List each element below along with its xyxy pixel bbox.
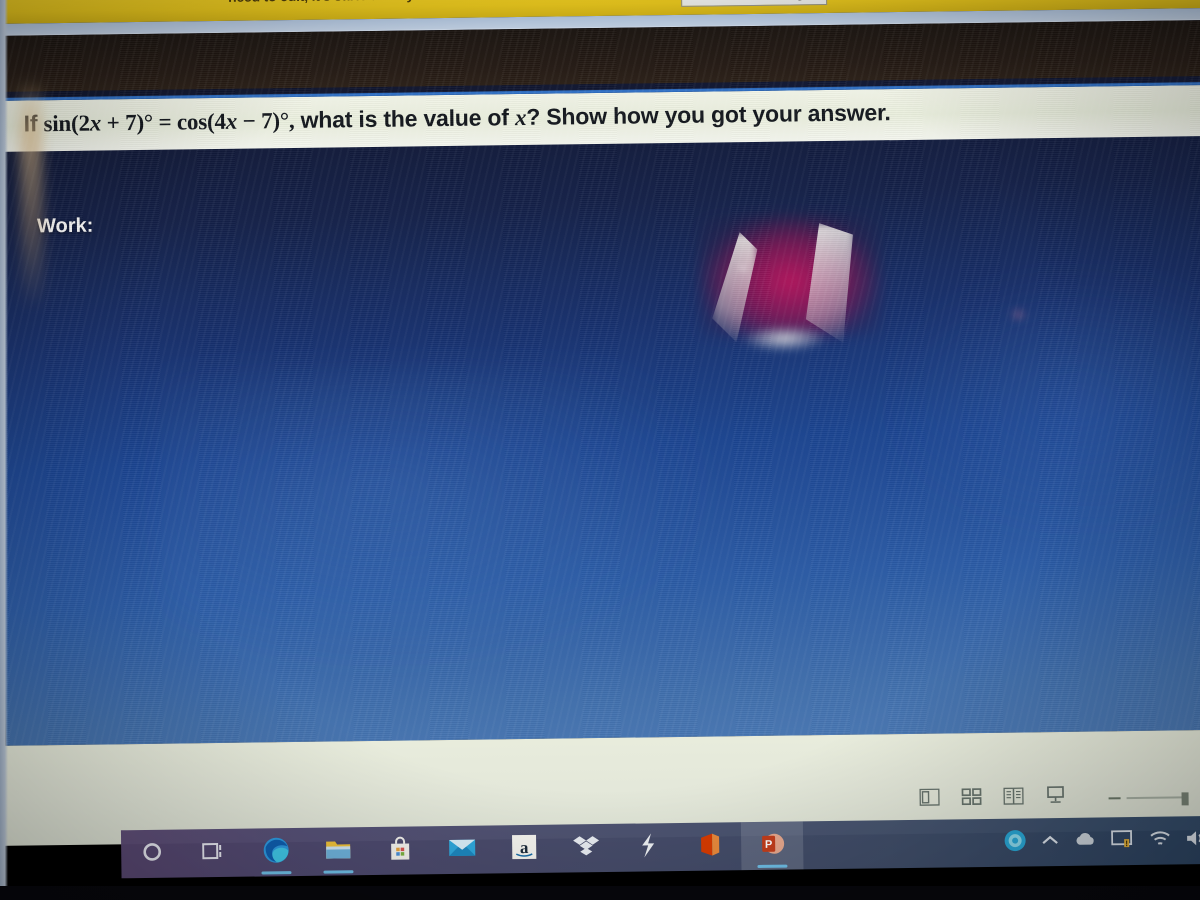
circle-icon [141, 840, 163, 867]
zoom-slider[interactable] [1108, 790, 1189, 806]
photographed-screen: need to edit, it's safer to stay in Prot… [0, 0, 1200, 900]
taskbar-item-cortana-search[interactable] [121, 829, 184, 878]
normal-view-button[interactable] [918, 787, 940, 807]
edge-icon [262, 836, 290, 869]
chevron-up-icon [1041, 833, 1059, 852]
screen-glare-soft-left [160, 366, 725, 674]
taskbar-item-lightning-app[interactable] [617, 823, 680, 872]
taskbar-item-task-view[interactable] [183, 829, 246, 878]
screen-glare-dot-b [737, 264, 748, 273]
screen-glare-magenta [698, 214, 881, 337]
tray-item-wifi[interactable] [1149, 829, 1171, 852]
work-label: Work: [36, 214, 94, 238]
system-tray: ! [1003, 816, 1200, 867]
question-var-x: x [514, 104, 527, 131]
screen-glare-wing-left [711, 232, 758, 343]
zoom-slider-track[interactable] [1126, 796, 1183, 800]
protected-view-message: need to edit, it's safer to stay in Prot… [228, 0, 534, 5]
taskbar-item-powerpoint[interactable]: P [740, 821, 804, 871]
svg-text:!: ! [1125, 839, 1128, 848]
folder-icon [324, 837, 352, 866]
plus-sign: + [100, 110, 126, 136]
question-part-1: what is the value of [294, 104, 516, 133]
close-paren-deg-1: )° [136, 109, 154, 136]
taskbar-item-amazon[interactable]: a [493, 825, 556, 874]
envelope-icon [448, 836, 476, 863]
dropbox-icon [572, 833, 600, 864]
var-x-2: x [225, 108, 238, 134]
equals-sign: = [152, 109, 178, 135]
coef-2: 2 [78, 110, 91, 136]
taskbar-item-file-explorer[interactable] [307, 827, 370, 876]
powerpoint-icon: P [759, 830, 785, 861]
tray-item-network-status[interactable]: ! [1111, 829, 1135, 854]
screen-skew-wrapper: need to edit, it's safer to stay in Prot… [0, 0, 1200, 900]
slide-title-placeholder[interactable]: If sin(2x + 7)° = cos(4x − 7)°, what is … [0, 81, 1200, 152]
coef-4: 4 [214, 108, 226, 135]
cos-function: cos [176, 109, 208, 135]
svg-text:P: P [765, 838, 773, 850]
slide-title-text: If sin(2x + 7)° = cos(4x − 7)°, what is … [23, 99, 890, 137]
taskbar-item-dropbox[interactable] [555, 824, 618, 873]
screen-glare-wing-right [799, 223, 857, 344]
task-view-icon [202, 840, 226, 865]
tray-item-cortana[interactable] [1003, 828, 1027, 857]
slide-canvas[interactable]: If sin(2x + 7)° = cos(4x − 7)°, what is … [0, 19, 1200, 746]
cloud-icon [1073, 830, 1097, 853]
zoom-out-button[interactable] [1108, 797, 1121, 800]
taskbar-item-microsoft-edge[interactable] [245, 828, 308, 877]
minus-sign: − [236, 108, 262, 134]
question-part-2: ? Show how you got your answer. [526, 99, 891, 130]
cortana-orb-icon [1003, 828, 1027, 857]
taskbar-item-mail[interactable] [431, 825, 494, 874]
svg-text:a: a [520, 837, 529, 856]
view-controls [918, 785, 1066, 807]
photo-bottom-edge [0, 886, 1200, 900]
reading-view-button[interactable] [1002, 785, 1024, 805]
sin-function: sin [43, 110, 72, 137]
screen-glare-soft-right [879, 270, 1200, 535]
slide-show-view-button[interactable] [1044, 785, 1066, 805]
screen-glare-highlight [742, 325, 827, 353]
amazon-a-icon: a [511, 833, 537, 864]
taskbar-item-microsoft-store[interactable] [369, 826, 432, 875]
title-if: If [23, 110, 44, 137]
slide-sorter-view-button[interactable] [960, 786, 982, 806]
store-bag-icon [387, 835, 413, 866]
office-icon [698, 831, 722, 862]
taskbar-item-microsoft-office[interactable] [679, 822, 742, 871]
const-7-1: 7 [124, 110, 137, 136]
wifi-icon [1149, 829, 1171, 852]
monitor-warning-icon: ! [1111, 829, 1135, 854]
zoom-slider-handle[interactable] [1181, 792, 1189, 806]
lightning-s-icon [638, 832, 658, 863]
const-7-2: 7 [260, 108, 273, 134]
tray-item-volume[interactable] [1185, 828, 1200, 853]
photo-left-edge [0, 0, 8, 900]
close-paren-deg-2: )°, [272, 107, 295, 134]
speaker-icon [1185, 828, 1200, 853]
tray-item-onedrive[interactable] [1073, 830, 1097, 853]
tray-item-show-hidden-icons[interactable] [1041, 833, 1059, 852]
screen-glare-dot-a [1010, 308, 1027, 321]
enable-editing-button[interactable]: Enable Editing [680, 0, 828, 7]
